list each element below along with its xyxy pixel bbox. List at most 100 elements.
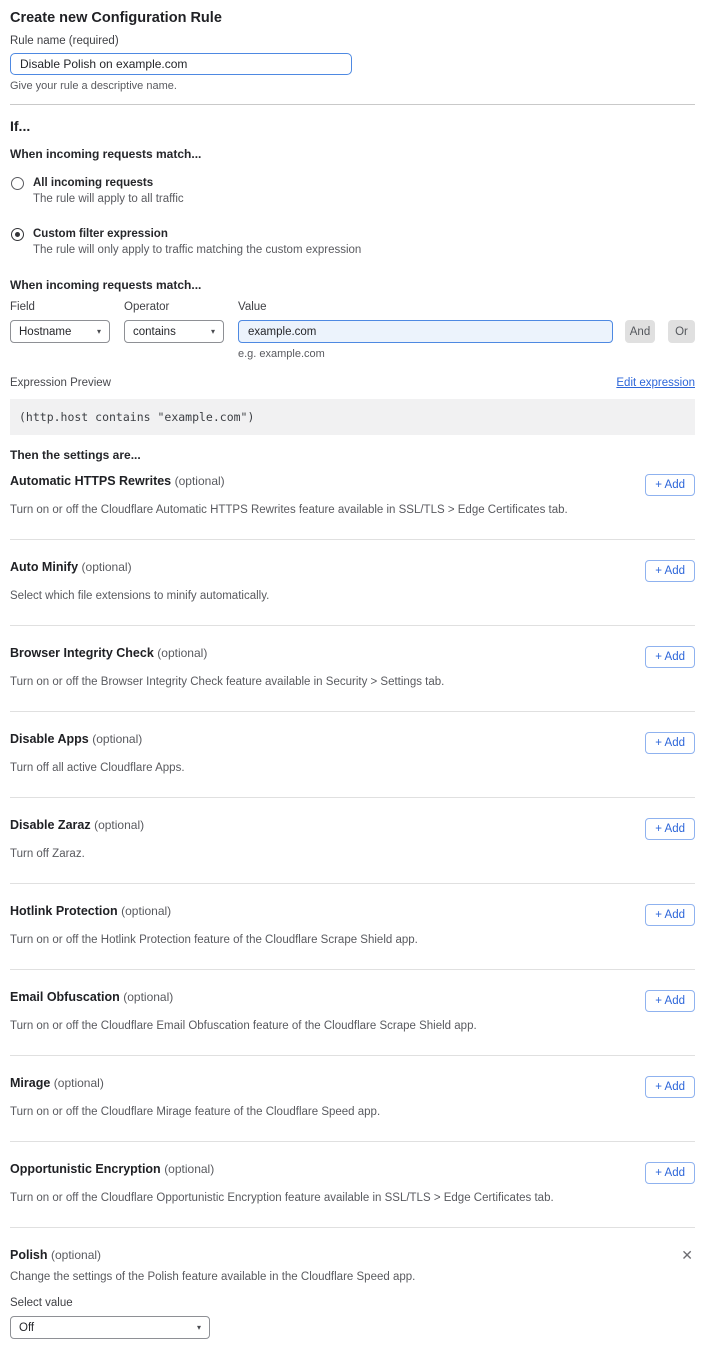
add-button[interactable]: + Add	[645, 1076, 695, 1098]
setting-description: Select which file extensions to minify a…	[10, 590, 695, 603]
setting-head: Disable Apps (optional) + Add	[10, 732, 695, 754]
incoming-requests-match-heading: When incoming requests match...	[10, 147, 695, 161]
setting-head: Email Obfuscation (optional) + Add	[10, 990, 695, 1012]
select-value-label: Select value	[10, 1297, 695, 1310]
if-heading: If...	[10, 118, 695, 135]
chevron-down-icon: ▾	[211, 328, 215, 336]
setting-title: Opportunistic Encryption (optional)	[10, 1162, 214, 1177]
setting-description: Turn on or off the Hotlink Protection fe…	[10, 934, 695, 947]
value-label: Value	[238, 301, 613, 314]
setting-row-opportunistic-encryption: Opportunistic Encryption (optional) + Ad…	[10, 1142, 695, 1228]
create-configuration-rule-form: Create new Configuration Rule Rule name …	[0, 9, 705, 1361]
add-button[interactable]: + Add	[645, 990, 695, 1012]
field-select-value: Hostname	[19, 326, 71, 338]
expression-preview-header: Expression Preview Edit expression	[10, 376, 695, 390]
add-button[interactable]: + Add	[645, 646, 695, 668]
field-select[interactable]: Hostname ▾	[10, 320, 110, 343]
setting-name: Browser Integrity Check	[10, 646, 154, 660]
value-helper: e.g. example.com	[238, 348, 613, 360]
value-input[interactable]	[238, 320, 613, 343]
setting-title: Browser Integrity Check (optional)	[10, 646, 207, 661]
setting-row-browser-integrity-check: Browser Integrity Check (optional) + Add…	[10, 626, 695, 712]
field-label: Field	[10, 301, 110, 314]
or-button[interactable]: Or	[668, 320, 695, 343]
setting-head: Browser Integrity Check (optional) + Add	[10, 646, 695, 668]
value-column: Value e.g. example.com	[238, 301, 613, 360]
operator-label: Operator	[124, 301, 224, 314]
field-column: Field Hostname ▾	[10, 301, 110, 343]
setting-description: Turn on or off the Browser Integrity Che…	[10, 676, 695, 689]
setting-row-polish: Polish (optional) ✕ Change the settings …	[10, 1228, 695, 1361]
setting-description: Change the settings of the Polish featur…	[10, 1271, 695, 1284]
expression-builder-row: Field Hostname ▾ Operator contains ▾ Val…	[10, 301, 695, 360]
setting-head: Polish (optional) ✕	[10, 1248, 695, 1263]
setting-description: Turn on or off the Cloudflare Email Obfu…	[10, 1020, 695, 1033]
setting-title: Automatic HTTPS Rewrites (optional)	[10, 474, 225, 489]
divider	[10, 104, 695, 105]
radio-option-label: All incoming requests	[33, 176, 184, 190]
radio-button-icon[interactable]	[11, 177, 24, 190]
setting-name: Disable Zaraz	[10, 818, 91, 832]
setting-name: Disable Apps	[10, 732, 89, 746]
setting-title: Auto Minify (optional)	[10, 560, 132, 575]
setting-name: Email Obfuscation	[10, 990, 120, 1004]
radio-option-description: The rule will only apply to traffic matc…	[33, 244, 361, 257]
setting-head: Hotlink Protection (optional) + Add	[10, 904, 695, 926]
optional-tag: (optional)	[123, 990, 173, 1004]
add-button[interactable]: + Add	[645, 560, 695, 582]
optional-tag: (optional)	[92, 732, 142, 746]
setting-name: Polish	[10, 1248, 48, 1262]
setting-description: Turn off all active Cloudflare Apps.	[10, 762, 695, 775]
optional-tag: (optional)	[54, 1076, 104, 1090]
setting-name: Mirage	[10, 1076, 50, 1090]
radio-option-all-incoming-requests[interactable]: All incoming requests The rule will appl…	[10, 176, 695, 206]
setting-title: Disable Apps (optional)	[10, 732, 142, 747]
expression-preview-code: (http.host contains "example.com")	[10, 399, 695, 435]
chevron-down-icon: ▾	[197, 1324, 201, 1332]
setting-head: Auto Minify (optional) + Add	[10, 560, 695, 582]
radio-option-custom-filter-expression[interactable]: Custom filter expression The rule will o…	[10, 227, 695, 257]
operator-select-value: contains	[133, 326, 176, 338]
add-button[interactable]: + Add	[645, 818, 695, 840]
setting-row-mirage: Mirage (optional) + Add Turn on or off t…	[10, 1056, 695, 1142]
setting-name: Auto Minify	[10, 560, 78, 574]
setting-title: Disable Zaraz (optional)	[10, 818, 144, 833]
edit-expression-link[interactable]: Edit expression	[616, 376, 695, 390]
polish-select-value: Off	[19, 1322, 34, 1334]
rule-name-helper: Give your rule a descriptive name.	[10, 80, 695, 92]
setting-description: Turn on or off the Cloudflare Opportunis…	[10, 1192, 695, 1205]
page-title: Create new Configuration Rule	[10, 9, 695, 27]
setting-name: Automatic HTTPS Rewrites	[10, 474, 171, 488]
optional-tag: (optional)	[175, 474, 225, 488]
polish-value-select[interactable]: Off ▾	[10, 1316, 210, 1339]
add-button[interactable]: + Add	[645, 474, 695, 496]
setting-row-email-obfuscation: Email Obfuscation (optional) + Add Turn …	[10, 970, 695, 1056]
setting-row-disable-apps: Disable Apps (optional) + Add Turn off a…	[10, 712, 695, 798]
setting-title: Mirage (optional)	[10, 1076, 104, 1091]
close-icon[interactable]: ✕	[679, 1248, 695, 1262]
radio-option-text: Custom filter expression The rule will o…	[33, 227, 361, 257]
rule-name-input[interactable]	[10, 53, 352, 75]
add-button[interactable]: + Add	[645, 732, 695, 754]
setting-head: Automatic HTTPS Rewrites (optional) + Ad…	[10, 474, 695, 496]
optional-tag: (optional)	[51, 1248, 101, 1262]
setting-head: Mirage (optional) + Add	[10, 1076, 695, 1098]
setting-row-hotlink-protection: Hotlink Protection (optional) + Add Turn…	[10, 884, 695, 970]
and-button[interactable]: And	[625, 320, 655, 343]
setting-description: Turn on or off the Cloudflare Mirage fea…	[10, 1106, 695, 1119]
radio-button-icon[interactable]	[11, 228, 24, 241]
setting-description: Turn on or off the Cloudflare Automatic …	[10, 504, 695, 517]
expression-preview-label: Expression Preview	[10, 376, 111, 390]
optional-tag: (optional)	[164, 1162, 214, 1176]
setting-head: Opportunistic Encryption (optional) + Ad…	[10, 1162, 695, 1184]
operator-select[interactable]: contains ▾	[124, 320, 224, 343]
setting-title: Polish (optional)	[10, 1248, 101, 1263]
setting-head: Disable Zaraz (optional) + Add	[10, 818, 695, 840]
radio-option-text: All incoming requests The rule will appl…	[33, 176, 184, 206]
rule-name-label: Rule name (required)	[10, 35, 695, 48]
setting-description: Turn off Zaraz.	[10, 848, 695, 861]
setting-name: Hotlink Protection	[10, 904, 118, 918]
radio-option-label: Custom filter expression	[33, 227, 361, 241]
add-button[interactable]: + Add	[645, 1162, 695, 1184]
add-button[interactable]: + Add	[645, 904, 695, 926]
